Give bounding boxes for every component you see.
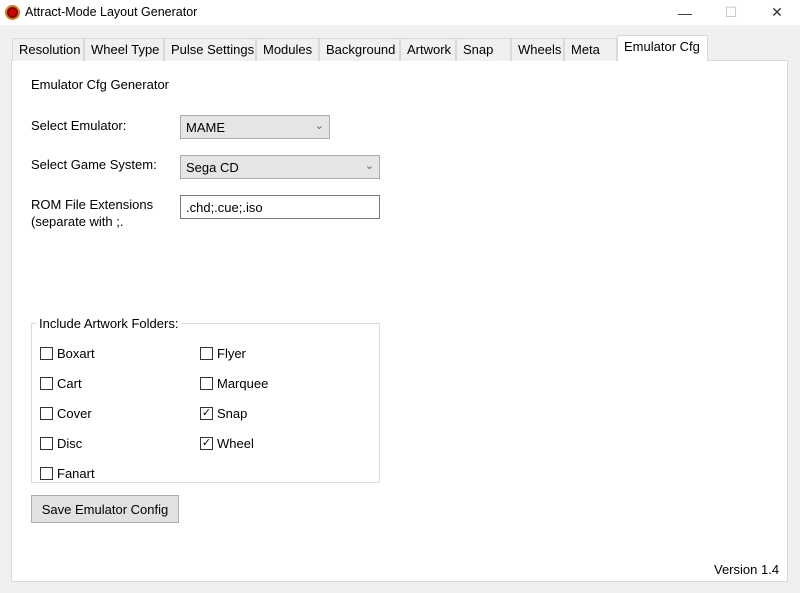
rom-extensions-input[interactable]: .chd;.cue;.iso [180, 195, 380, 219]
checkbox-label: Marquee [217, 376, 269, 391]
tab-background[interactable]: Background [319, 38, 400, 61]
tab-snap[interactable]: Snap [456, 38, 511, 61]
checkbox-label: Flyer [217, 346, 246, 361]
checkbox-snap[interactable]: ✓ Snap [200, 406, 247, 421]
tab-modules[interactable]: Modules [256, 38, 319, 61]
ext-label: ROM File Extensions [31, 197, 154, 212]
checkbox-box[interactable] [40, 347, 53, 360]
tab-meta[interactable]: Meta [564, 38, 617, 61]
version-label: Version 1.4 [714, 562, 780, 577]
checkbox-disc[interactable]: Disc [40, 436, 82, 451]
title-bar: Attract-Mode Layout Generator — ☐ ✕ [0, 0, 800, 25]
emulator-select[interactable]: MAME ⌄ [180, 115, 330, 139]
checkbox-label: Boxart [57, 346, 95, 361]
checkbox-boxart[interactable]: Boxart [40, 346, 95, 361]
save-emulator-config-button[interactable]: Save Emulator Config [31, 495, 179, 523]
chevron-down-icon: ⌄ [314, 120, 324, 132]
checkbox-box[interactable] [200, 377, 213, 390]
checkbox-label: Snap [217, 406, 248, 421]
checkbox-label: Cart [57, 376, 82, 391]
system-value: Sega CD [186, 160, 239, 175]
checkbox-box[interactable] [40, 377, 53, 390]
checkbox-box[interactable] [40, 437, 53, 450]
close-button[interactable]: ✕ [754, 0, 800, 25]
tab-wheel-type[interactable]: Wheel Type [84, 38, 164, 61]
tab-artwork[interactable]: Artwork [400, 38, 456, 61]
system-label: Select Game System: [31, 157, 157, 172]
maximize-button[interactable]: ☐ [708, 0, 754, 25]
emulator-label: Select Emulator: [31, 118, 127, 133]
emulator-value: MAME [186, 120, 225, 135]
checkbox-box[interactable] [40, 467, 53, 480]
checkbox-label: Fanart [57, 466, 95, 481]
checkbox-cart[interactable]: Cart [40, 376, 82, 391]
checkbox-box[interactable]: ✓ [200, 407, 213, 420]
chevron-down-icon: ⌄ [364, 160, 374, 172]
checkbox-cover[interactable]: Cover [40, 406, 92, 421]
tab-pulse-settings[interactable]: Pulse Settings [164, 38, 256, 61]
checkbox-wheel[interactable]: ✓ Wheel [200, 436, 254, 451]
tab-wheels[interactable]: Wheels [511, 38, 564, 61]
checkbox-marquee[interactable]: Marquee [200, 376, 268, 391]
window-title: Attract-Mode Layout Generator [25, 5, 198, 19]
checkbox-label: Wheel [217, 436, 254, 451]
ext-label-hint: (separate with ;. [31, 214, 124, 229]
checkbox-fanart[interactable]: Fanart [40, 466, 95, 481]
checkbox-label: Disc [57, 436, 83, 451]
checkbox-box[interactable] [200, 347, 213, 360]
app-icon [5, 5, 20, 20]
checkbox-box[interactable]: ✓ [200, 437, 213, 450]
minimize-button[interactable]: — [662, 0, 708, 25]
checkbox-label: Cover [57, 406, 92, 421]
tab-resolution[interactable]: Resolution [12, 38, 84, 61]
checkbox-box[interactable] [40, 407, 53, 420]
game-system-select[interactable]: Sega CD ⌄ [180, 155, 380, 179]
page-heading: Emulator Cfg Generator [31, 77, 170, 92]
group-label: Include Artwork Folders: [36, 316, 182, 331]
tab-emulator-cfg[interactable]: Emulator Cfg [617, 35, 708, 61]
checkbox-flyer[interactable]: Flyer [200, 346, 246, 361]
